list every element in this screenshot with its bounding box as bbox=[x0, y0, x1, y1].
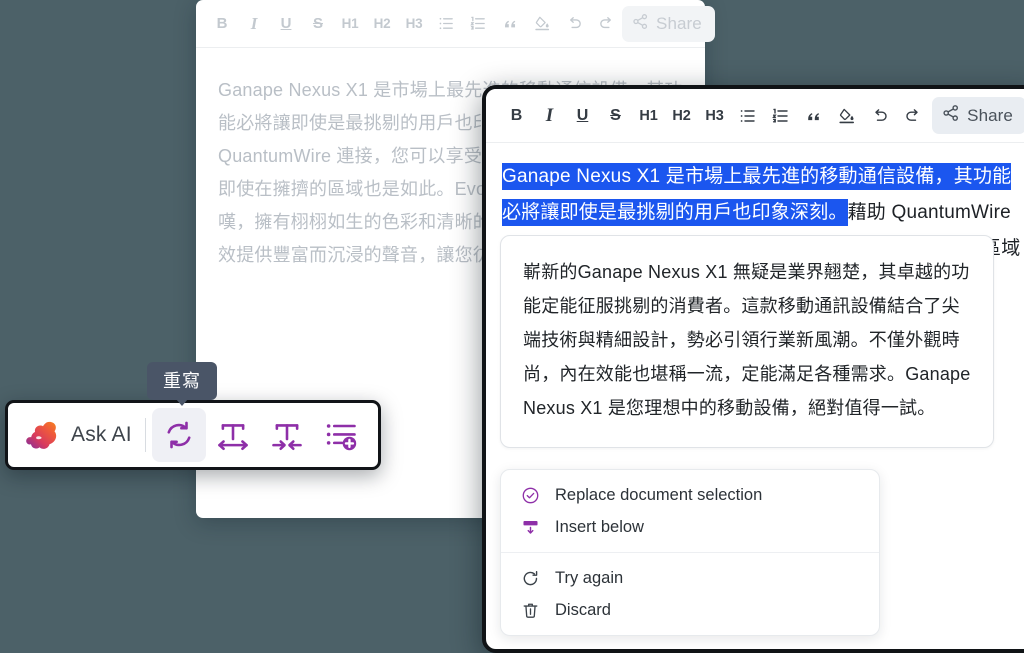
blockquote-icon[interactable] bbox=[797, 99, 830, 132]
underline-button[interactable]: U bbox=[566, 99, 599, 132]
menu-item-insert-below[interactable]: Insert below bbox=[501, 511, 879, 543]
front-toolbar-format-group: B I U S H1 H2 H3 bbox=[500, 99, 929, 132]
front-document-panel: B I U S H1 H2 H3 Share Ganape Nexus X1 是… bbox=[482, 85, 1024, 653]
front-share-button[interactable]: Share bbox=[932, 97, 1024, 134]
numbered-list-icon[interactable] bbox=[462, 8, 494, 40]
refresh-icon bbox=[521, 569, 540, 588]
list-add-icon bbox=[323, 417, 359, 453]
menu-group-apply: Replace document selection Insert below bbox=[501, 470, 879, 552]
menu-item-label: Discard bbox=[555, 600, 611, 619]
menu-item-replace-document-selection[interactable]: Replace document selection bbox=[501, 479, 879, 511]
strikethrough-button[interactable]: S bbox=[599, 99, 632, 132]
undo-icon[interactable] bbox=[863, 99, 896, 132]
heading-1-button[interactable]: H1 bbox=[632, 99, 665, 132]
menu-group-retry: Try again Discard bbox=[501, 552, 879, 635]
ai-actions-menu: Replace document selection Insert below bbox=[500, 469, 880, 636]
make-longer-button[interactable] bbox=[206, 408, 260, 462]
menu-item-try-again[interactable]: Try again bbox=[501, 562, 879, 594]
strikethrough-button[interactable]: S bbox=[302, 8, 334, 40]
share-icon bbox=[632, 13, 649, 35]
rewrite-tooltip: 重寫 bbox=[147, 362, 217, 406]
check-circle-icon bbox=[521, 486, 540, 505]
blockquote-icon[interactable] bbox=[494, 8, 526, 40]
share-icon bbox=[942, 104, 960, 127]
menu-item-label: Try again bbox=[555, 568, 624, 587]
bold-button[interactable]: B bbox=[500, 99, 533, 132]
italic-button[interactable]: I bbox=[238, 8, 270, 40]
menu-item-label: Insert below bbox=[555, 517, 644, 536]
insert-below-icon bbox=[521, 518, 540, 537]
redo-icon[interactable] bbox=[590, 8, 622, 40]
back-document-toolbar: B I U S H1 H2 H3 Share bbox=[196, 0, 715, 48]
numbered-list-icon[interactable] bbox=[764, 99, 797, 132]
undo-icon[interactable] bbox=[558, 8, 590, 40]
ai-result-card: 嶄新的Ganape Nexus X1 無疑是業界翹楚，其卓越的功能定能征服挑剔的… bbox=[500, 235, 994, 448]
heading-3-button[interactable]: H3 bbox=[398, 8, 430, 40]
front-document-toolbar: B I U S H1 H2 H3 Share bbox=[486, 89, 1024, 143]
refresh-circular-icon bbox=[162, 418, 196, 452]
back-share-button[interactable]: Share bbox=[622, 5, 715, 42]
heading-2-button[interactable]: H2 bbox=[366, 8, 398, 40]
menu-item-discard[interactable]: Discard bbox=[501, 594, 879, 626]
italic-button[interactable]: I bbox=[533, 99, 566, 132]
heading-1-button[interactable]: H1 bbox=[334, 8, 366, 40]
share-label: Share bbox=[656, 13, 702, 33]
redo-icon[interactable] bbox=[896, 99, 929, 132]
bullet-list-icon[interactable] bbox=[731, 99, 764, 132]
heading-3-button[interactable]: H3 bbox=[698, 99, 731, 132]
text-shrink-icon bbox=[269, 417, 305, 453]
gorilla-logo bbox=[22, 415, 62, 455]
highlight-color-icon[interactable] bbox=[526, 8, 558, 40]
back-toolbar-format-group: B I U S H1 H2 H3 bbox=[206, 8, 622, 40]
heading-2-button[interactable]: H2 bbox=[665, 99, 698, 132]
share-label: Share bbox=[967, 105, 1013, 125]
underline-button[interactable]: U bbox=[270, 8, 302, 40]
menu-item-label: Replace document selection bbox=[555, 485, 763, 504]
highlight-color-icon[interactable] bbox=[830, 99, 863, 132]
ask-ai-label: Ask AI bbox=[71, 423, 132, 446]
add-to-list-button[interactable] bbox=[314, 408, 368, 462]
ask-ai-divider bbox=[144, 418, 146, 452]
make-shorter-button[interactable] bbox=[260, 408, 314, 462]
bold-button[interactable]: B bbox=[206, 8, 238, 40]
bullet-list-icon[interactable] bbox=[430, 8, 462, 40]
trash-icon bbox=[521, 601, 540, 620]
text-expand-icon bbox=[215, 417, 251, 453]
ask-ai-toolbar: Ask AI bbox=[5, 400, 381, 470]
ai-generated-text: 嶄新的Ganape Nexus X1 無疑是業界翹楚，其卓越的功能定能征服挑剔的… bbox=[523, 262, 971, 418]
rewrite-button[interactable] bbox=[151, 408, 206, 462]
